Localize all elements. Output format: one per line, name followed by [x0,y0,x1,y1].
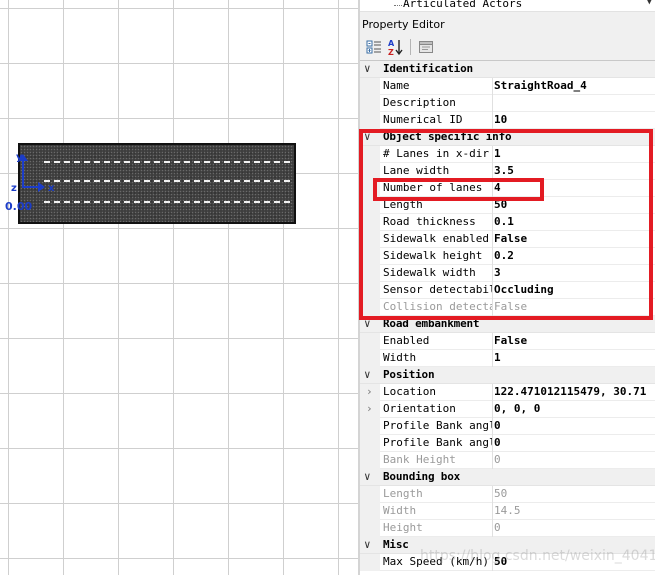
property-row-numerical-id[interactable]: Numerical ID 10 [360,112,655,129]
object-tree[interactable]: Articulated Actors ▼ [360,0,655,12]
origin-coordinate-label: 0.00 [5,200,33,213]
straight-road-object[interactable] [18,143,296,224]
sort-az-icon[interactable]: A Z [386,37,406,57]
lane-marking [44,201,290,203]
property-row-number-of-lanes[interactable]: Number of lanes 4 [360,180,655,197]
x-axis-label: x [48,183,55,194]
category-object-specific-info[interactable]: ∨ Object specific info [360,129,655,146]
property-row-location[interactable]: › Location 122.471012115479, 30.71 [360,384,655,401]
property-row-bbox-length: Length 50 [360,486,655,503]
numerical-id-value[interactable]: 10 [494,113,655,126]
property-grid: ∨ Identification Name StraightRoad_4 Des… [360,60,655,575]
property-row-name[interactable]: Name StraightRoad_4 [360,78,655,95]
chevron-down-icon[interactable]: ∨ [364,62,371,75]
z-axis-label: z [11,183,17,194]
chevron-down-icon[interactable]: ∨ [364,470,371,483]
tree-connector [394,5,402,6]
chevron-down-icon[interactable]: ∨ [364,538,371,551]
property-row-bank-height: Bank Height 0 [360,452,655,469]
property-row-orientation[interactable]: › Orientation 0, 0, 0 [360,401,655,418]
property-row-bbox-height: Height 0 [360,520,655,537]
category-misc[interactable]: ∨ Misc [360,537,655,554]
tree-item-articulated-actors[interactable]: Articulated Actors [403,0,522,10]
property-editor-toolbar: A Z [362,37,652,57]
categorized-icon[interactable] [364,37,384,57]
property-row-road-thickness[interactable]: Road thickness 0.1 [360,214,655,231]
property-row-lane-width[interactable]: Lane width 3.5 [360,163,655,180]
lane-marking [44,180,290,182]
property-row-bbox-width: Width 14.5 [360,503,655,520]
scene-canvas[interactable]: y x z 0.00 [0,0,358,575]
category-bounding-box[interactable]: ∨ Bounding box [360,469,655,486]
chevron-down-icon[interactable]: ∨ [364,368,371,381]
property-row-description[interactable]: Description [360,95,655,112]
category-identification[interactable]: ∨ Identification [360,61,655,78]
property-row-embankment-enabled[interactable]: Enabled False [360,333,655,350]
property-pages-icon[interactable] [416,37,436,57]
property-row-sensor-detectability[interactable]: Sensor detectabili Occluding [360,282,655,299]
property-row-collision-detectable: Collision detectat False [360,299,655,316]
svg-text:Z: Z [388,48,394,56]
chevron-down-icon[interactable]: ∨ [364,317,371,330]
property-row-length[interactable]: Length 50 [360,197,655,214]
right-panel: Articulated Actors ▼ Property Editor A Z [360,0,655,575]
property-editor-title: Property Editor [362,18,445,31]
property-row-lanes-in-x-dir[interactable]: # Lanes in x-dir 1 [360,146,655,163]
x-axis-arrowhead [38,182,45,192]
toolbar-separator [410,39,411,55]
name-value[interactable]: StraightRoad_4 [494,79,655,92]
chevron-right-icon[interactable]: › [366,385,373,398]
y-axis-label: y [16,152,23,163]
category-position[interactable]: ∨ Position [360,367,655,384]
chevron-right-icon[interactable]: › [366,402,373,415]
property-row-embankment-width[interactable]: Width 1 [360,350,655,367]
property-row-max-speed[interactable]: Max Speed (km/h) 50 [360,554,655,571]
property-row-profile-bank-angle[interactable]: Profile Bank angle 0 [360,435,655,452]
property-row-sidewalk-enabled[interactable]: Sidewalk enabled False [360,231,655,248]
property-row-sidewalk-height[interactable]: Sidewalk height 0.2 [360,248,655,265]
chevron-down-icon[interactable]: ▼ [647,0,652,7]
chevron-down-icon[interactable]: ∨ [364,130,371,143]
svg-text:A: A [388,39,395,48]
category-road-embankment[interactable]: ∨ Road embankment [360,316,655,333]
lane-marking [44,161,290,163]
property-row-sidewalk-width[interactable]: Sidewalk width 3 [360,265,655,282]
property-row-profile-bank-angle[interactable]: Profile Bank angle 0 [360,418,655,435]
